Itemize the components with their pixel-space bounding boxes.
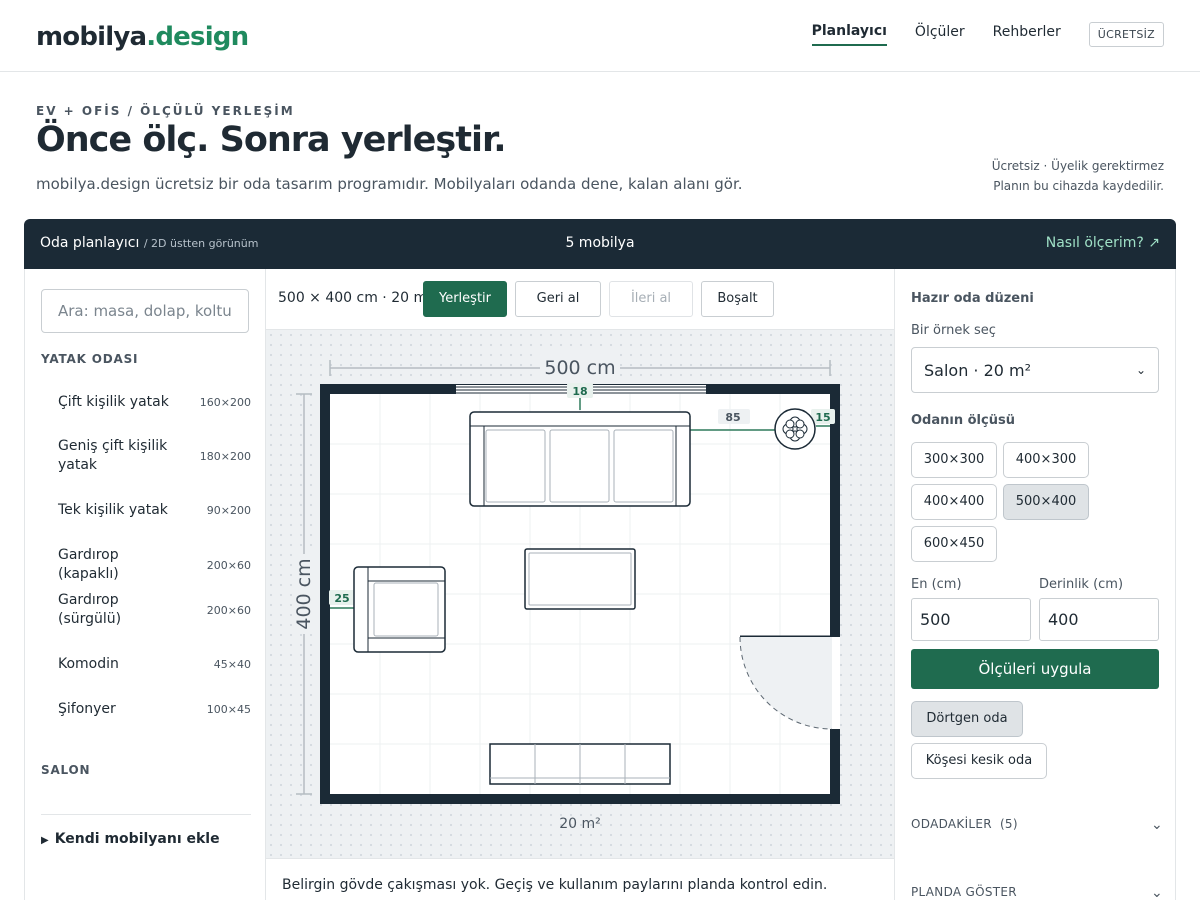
nav-rehberler[interactable]: Rehberler: [993, 24, 1061, 45]
add-own-furniture-toggle[interactable]: ▶ Kendi mobilyanı ekle: [41, 831, 220, 847]
coffee-table[interactable]: [524, 548, 636, 610]
preset-title: Hazır oda düzeni: [911, 291, 1034, 306]
in-room-accordion[interactable]: ODADAKİLER (5) ⌄: [911, 817, 1163, 833]
redo-button[interactable]: İleri al: [609, 281, 693, 317]
area-label: 20 m²: [559, 816, 601, 832]
catalog-item-name: Çift kişilik yatak: [58, 394, 169, 410]
free-badge: ÜCRETSİZ: [1088, 22, 1164, 47]
armchair[interactable]: [353, 566, 446, 653]
in-room-label: ODADAKİLER: [911, 817, 992, 831]
undo-button[interactable]: Geri al: [515, 281, 601, 317]
shape-rectangle-button[interactable]: Dörtgen oda: [911, 701, 1023, 737]
gap-label: 18: [572, 385, 587, 398]
sofa[interactable]: [469, 411, 691, 507]
hero-note-line2: Planın bu cihazda kaydedilir.: [993, 179, 1164, 193]
planner-title-text: Oda planlayıcı: [40, 235, 140, 251]
logo[interactable]: mobilya.design: [36, 22, 249, 52]
planner-title: Oda planlayıcı / 2D üstten görünüm: [40, 235, 258, 251]
catalog-item[interactable]: Tek kişilik yatak 90×200: [41, 501, 251, 520]
hero-note: Ücretsiz · Üyelik gerektirmez Planın bu …: [992, 156, 1164, 196]
planner-header-bar: Oda planlayıcı / 2D üstten görünüm 5 mob…: [24, 219, 1176, 269]
depth-field-label: Derinlik (cm): [1039, 577, 1124, 592]
catalog-item-name: Gardırop (kapaklı): [58, 547, 119, 582]
plan-canvas[interactable]: 500 cm 400 cm 18 85 15 25 20 m²: [266, 330, 894, 858]
category-yatak-odasi[interactable]: YATAK ODASI: [41, 352, 138, 366]
preset-label: Bir örnek seç: [911, 323, 996, 338]
help-link[interactable]: Nasıl ölçerim? ↗: [1046, 235, 1160, 251]
width-field[interactable]: [911, 598, 1031, 641]
catalog-item-dims: 100×45: [206, 703, 251, 716]
nav-olculer[interactable]: Ölçüler: [915, 24, 965, 45]
show-on-plan-accordion[interactable]: PLANDA GÖSTER ⌄: [911, 885, 1163, 900]
in-room-title: ODADAKİLER (5): [911, 817, 1018, 833]
catalog-item[interactable]: Komodin 45×40: [41, 655, 251, 674]
top-bar: mobilya.design Planlayıcı Ölçüler Rehber…: [0, 0, 1200, 72]
logo-accent: .design: [146, 22, 249, 52]
size-chip-selected[interactable]: 500×400: [1003, 484, 1089, 520]
gap-label: 25: [334, 592, 349, 605]
add-own-label: Kendi mobilyanı ekle: [54, 831, 220, 847]
catalog-item-name: Komodin: [58, 656, 119, 672]
catalog-item[interactable]: Geniş çift kişilik yatak 180×200: [41, 437, 251, 475]
catalog-item[interactable]: Gardırop (kapaklı) 200×60: [41, 546, 251, 584]
logo-main: mobilya: [36, 22, 147, 52]
width-field-label: En (cm): [911, 577, 962, 592]
planner-subtitle: / 2D üstten görünüm: [143, 237, 259, 250]
apply-dimensions-button[interactable]: Ölçüleri uygula: [911, 649, 1159, 689]
furniture-catalog: YATAK ODASI Çift kişilik yatak 160×200 G…: [24, 269, 266, 900]
plan-toolbar: 500 × 400 cm · 20 m² Yerleştir Geri al İ…: [266, 269, 894, 330]
divider: [41, 814, 251, 815]
nav-planlayici[interactable]: Planlayıcı: [811, 23, 887, 46]
room-dims-readout: 500 × 400 cm · 20 m²: [278, 290, 433, 306]
catalog-item-name: Gardırop (sürgülü): [58, 592, 122, 627]
page-subtitle: mobilya.design ücretsiz bir oda tasarım …: [36, 175, 743, 193]
clear-button[interactable]: Boşalt: [701, 281, 774, 317]
catalog-item-name: Tek kişilik yatak: [58, 502, 168, 518]
catalog-item-dims: 90×200: [206, 504, 251, 517]
catalog-item-dims: 180×200: [199, 449, 251, 463]
size-chip[interactable]: 400×400: [911, 484, 997, 520]
page-title: Önce ölç. Sonra yerleştir.: [36, 120, 507, 160]
in-room-count: (5): [999, 817, 1018, 831]
hero-note-line1: Ücretsiz · Üyelik gerektirmez: [991, 159, 1164, 173]
category-salon[interactable]: SALON: [41, 763, 90, 777]
chevron-down-icon: ⌄: [1150, 817, 1163, 833]
catalog-item[interactable]: Çift kişilik yatak 160×200: [41, 393, 251, 412]
catalog-item-name: Geniş çift kişilik yatak: [58, 438, 168, 473]
gap-label: 15: [815, 411, 830, 424]
gap-label: 85: [725, 411, 740, 424]
plant[interactable]: [774, 408, 816, 450]
catalog-item-dims: 200×60: [206, 558, 251, 572]
triangle-right-icon: ▶: [41, 835, 49, 846]
catalog-item-dims: 200×60: [206, 603, 251, 617]
size-title: Odanın ölçüsü: [911, 413, 1015, 428]
depth-field[interactable]: [1039, 598, 1159, 641]
catalog-item-dims: 160×200: [199, 396, 251, 409]
catalog-item[interactable]: Şifonyer 100×45: [41, 700, 251, 719]
size-chip[interactable]: 400×300: [1003, 442, 1089, 478]
shape-cut-corner-button[interactable]: Köşesi kesik oda: [911, 743, 1047, 779]
status-message: Belirgin gövde çakışması yok. Geçiş ve k…: [266, 858, 894, 900]
tv-unit[interactable]: [489, 743, 671, 785]
show-on-plan-label: PLANDA GÖSTER: [911, 885, 1017, 899]
hero-eyebrow: EV + OFİS / ÖLÇÜLÜ YERLEŞİM: [36, 104, 295, 118]
chevron-down-icon: ⌄: [1135, 363, 1146, 377]
size-chip[interactable]: 300×300: [911, 442, 997, 478]
main-nav: Planlayıcı Ölçüler Rehberler ÜCRETSİZ: [784, 22, 1164, 47]
catalog-item[interactable]: Gardırop (sürgülü) 200×60: [41, 591, 251, 629]
place-button[interactable]: Yerleştir: [423, 281, 507, 317]
catalog-item-dims: 45×40: [213, 658, 251, 671]
floor-plan[interactable]: 500 cm 400 cm 18 85 15 25 20 m²: [266, 330, 894, 858]
room-settings-panel: Hazır oda düzeni Bir örnek seç Salon · 2…: [894, 269, 1176, 900]
plan-area: 500 × 400 cm · 20 m² Yerleştir Geri al İ…: [266, 269, 894, 900]
chevron-down-icon: ⌄: [1150, 885, 1163, 900]
size-chip[interactable]: 600×450: [911, 526, 997, 562]
preset-select[interactable]: Salon · 20 m² ⌄: [911, 347, 1159, 393]
search-input[interactable]: [41, 289, 249, 333]
catalog-item-name: Şifonyer: [58, 701, 116, 717]
height-label: 400 cm: [293, 558, 315, 629]
width-label: 500 cm: [544, 357, 615, 379]
preset-select-value: Salon · 20 m²: [924, 360, 1032, 380]
